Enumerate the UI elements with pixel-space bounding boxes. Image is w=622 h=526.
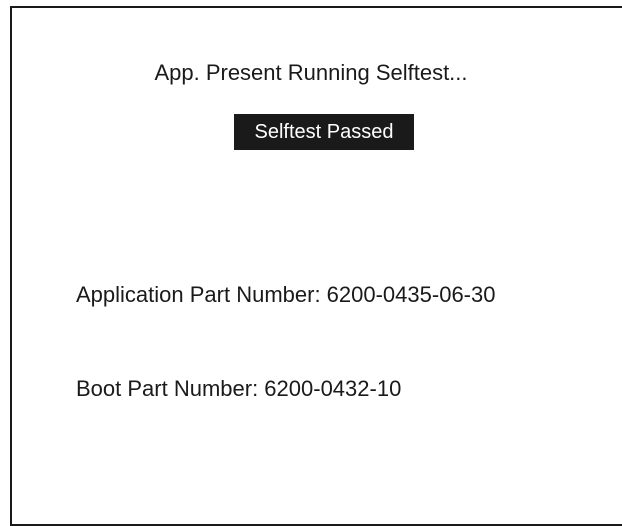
selftest-result-badge: Selftest Passed (234, 114, 414, 150)
selftest-status-text: App. Present Running Selftest... (154, 60, 468, 85)
boot-part-number: Boot Part Number: 6200-0432-10 (76, 376, 402, 401)
application-part-number: Application Part Number: 6200-0435-06-30 (76, 282, 496, 307)
